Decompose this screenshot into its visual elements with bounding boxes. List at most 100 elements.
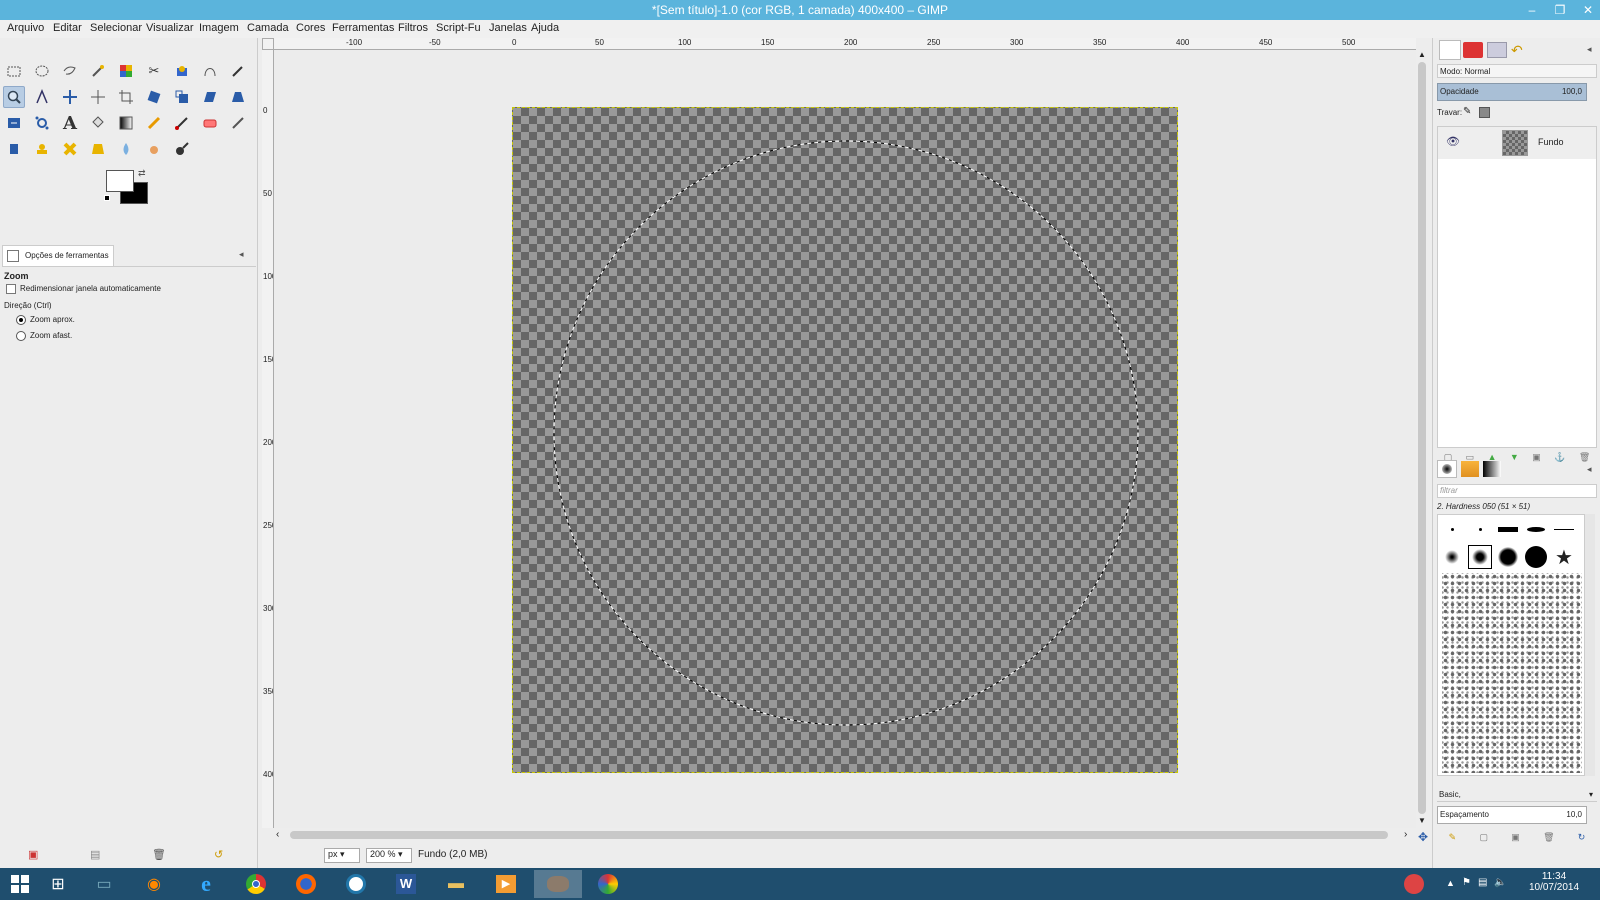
brush-item[interactable] [1468,517,1492,541]
eraser-icon[interactable] [199,112,221,134]
vertical-ruler[interactable]: 0 50 100 150 200 250 300 350 400 [262,50,274,828]
opacity-slider[interactable]: Opacidade 100,0 [1437,83,1587,101]
pencil-icon[interactable] [143,112,165,134]
network-icon[interactable]: ▤ [1478,877,1487,888]
menu-selecionar[interactable]: Selecionar [90,22,142,34]
minimize-button[interactable]: – [1518,0,1546,20]
brush-item[interactable] [1524,545,1548,569]
eye-icon[interactable]: 👁 [1446,135,1460,148]
ie-app-icon[interactable]: e [184,870,228,898]
brush-item[interactable] [1552,517,1576,541]
anchor-layer-icon[interactable]: ⚓ [1554,452,1565,464]
layers-dock-menu-icon[interactable]: ◂ [1587,44,1592,55]
brush-item[interactable] [1496,545,1520,569]
volume-icon[interactable]: 🔈 [1494,877,1506,888]
lower-layer-icon[interactable]: ▼ [1510,452,1519,464]
brush-filter-input[interactable]: filtrar [1437,484,1597,498]
scroll-left-icon[interactable]: ‹ [276,829,279,840]
restore-options-icon[interactable]: ▤ [90,848,100,861]
brushes-dock-menu-icon[interactable]: ◂ [1587,464,1592,475]
zoom-in-radio[interactable] [16,315,26,325]
measure-icon[interactable] [31,86,53,108]
lock-pixels-icon[interactable]: ✎ [1463,106,1471,117]
menu-visualizar[interactable]: Visualizar [146,22,194,34]
delete-brush-icon[interactable]: 🗑 [1543,832,1554,846]
airbrush-icon[interactable] [227,112,249,134]
gimp-app-icon[interactable] [534,870,582,898]
foreground-color-swatch[interactable] [106,170,134,192]
scroll-down-icon[interactable]: ▼ [1418,816,1426,825]
rotate-icon[interactable] [143,86,165,108]
zoom-out-radio[interactable] [16,331,26,341]
image-canvas[interactable] [512,107,1178,773]
free-select-icon[interactable] [59,60,81,82]
paintbrush-icon[interactable] [171,112,193,134]
fuzzy-select-icon[interactable] [87,60,109,82]
perspective-icon[interactable] [227,86,249,108]
media-player-app-icon[interactable]: ▶ [484,870,528,898]
bucket-fill-icon[interactable] [87,112,109,134]
select-by-color-icon[interactable] [115,60,137,82]
brush-grid[interactable]: ★ [1437,514,1585,776]
scroll-right-icon[interactable]: › [1404,829,1407,840]
paint-app-icon[interactable] [586,870,630,898]
brushes-tab-icon[interactable] [1437,460,1457,478]
reset-options-icon[interactable]: ↺ [214,848,223,861]
unit-select[interactable]: px ▾ [324,848,360,863]
menu-camada[interactable]: Camada [247,22,289,34]
brush-preset-select[interactable]: Basic, ▾ [1437,788,1597,802]
flag-icon[interactable]: ⚑ [1462,877,1471,888]
brush-item[interactable] [1440,545,1464,569]
align-icon[interactable] [87,86,109,108]
dock-menu-icon[interactable]: ◂ [239,249,244,260]
menu-cores[interactable]: Cores [296,22,325,34]
duplicate-brush-icon[interactable]: ▣ [1511,832,1520,846]
mode-select[interactable]: Modo: Normal [1437,64,1597,78]
horizontal-scrollbar[interactable]: ‹ › [274,828,1416,842]
blend-icon[interactable] [115,112,137,134]
delete-layer-icon[interactable]: 🗑 [1579,452,1590,464]
close-button[interactable]: ✕ [1574,0,1600,20]
save-options-icon[interactable]: ▣ [28,848,38,861]
app-icon[interactable] [334,870,378,898]
menu-janelas[interactable]: Janelas [489,22,527,34]
windows-app-icon[interactable]: ⊞ [36,870,80,898]
scroll-up-icon[interactable]: ▲ [1418,50,1426,59]
menu-ajuda[interactable]: Ajuda [531,22,559,34]
refresh-brushes-icon[interactable]: ↻ [1578,832,1586,846]
default-colors-icon[interactable] [104,195,110,201]
patterns-tab-icon[interactable] [1461,461,1479,477]
gradients-tab-icon[interactable] [1483,461,1501,477]
swap-colors-icon[interactable]: ⇄ [138,168,146,179]
brush-item-selected[interactable] [1468,545,1492,569]
tool-options-tab[interactable]: Opções de ferramentas [2,245,114,267]
foreground-select-icon[interactable] [171,60,193,82]
undo-history-tab-icon[interactable]: ↶ [1511,42,1531,58]
explorer-app-icon[interactable]: ▭ [82,870,126,898]
blur-icon[interactable] [115,138,137,160]
shear-icon[interactable] [199,86,221,108]
firefox-app-icon[interactable] [284,870,328,898]
brush-item[interactable] [1440,517,1464,541]
brush-texture-grid[interactable] [1442,573,1582,773]
menu-filtros[interactable]: Filtros [398,22,428,34]
quick-mask-corner[interactable] [262,38,274,50]
horizontal-ruler[interactable]: -100 -50 0 50 100 150 200 250 300 350 40… [274,38,1416,50]
word-app-icon[interactable]: W [384,870,428,898]
text-tool-icon[interactable]: A [59,112,81,134]
rect-select-icon[interactable] [3,60,25,82]
cage-transform-icon[interactable] [31,112,53,134]
crop-icon[interactable] [115,86,137,108]
vertical-scrollbar[interactable]: ▲ ▼ [1416,50,1428,828]
spacing-slider[interactable]: Espaçamento 10,0 [1437,806,1587,824]
flip-icon[interactable] [3,112,25,134]
paths-tab-icon[interactable] [1487,42,1507,58]
edit-brush-icon[interactable]: ✎ [1449,832,1457,846]
ink-icon[interactable] [3,138,25,160]
navigate-icon[interactable]: ✥ [1418,830,1428,844]
chrome-app-icon[interactable] [234,870,278,898]
zoom-select[interactable]: 200 % ▾ [366,848,412,863]
smudge-icon[interactable] [143,138,165,160]
duplicate-layer-icon[interactable]: ▣ [1532,452,1541,464]
channels-tab-icon[interactable] [1463,42,1483,58]
